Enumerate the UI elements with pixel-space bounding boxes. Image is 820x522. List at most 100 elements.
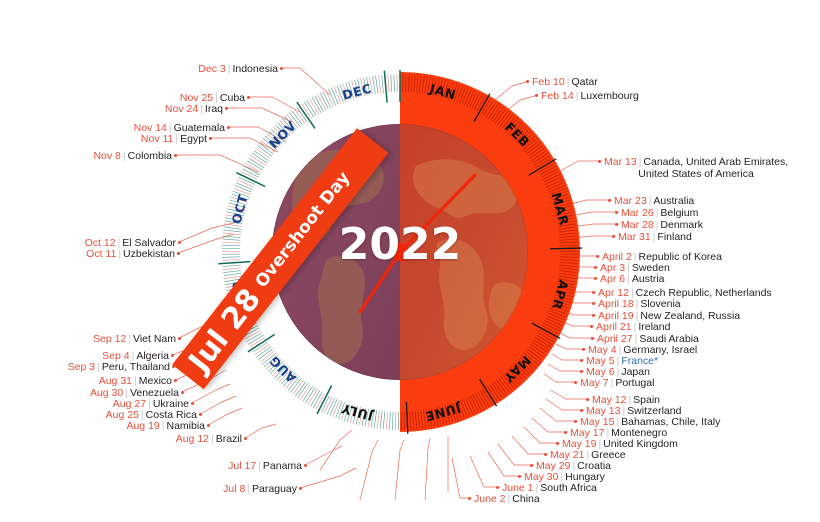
label-country: Australia bbox=[653, 195, 695, 207]
dial-tick bbox=[325, 90, 334, 107]
label-separator: | bbox=[128, 333, 131, 345]
label-country: China bbox=[512, 493, 540, 505]
label-dot bbox=[580, 359, 583, 362]
country-label: Nov 8 | Colombia bbox=[93, 150, 172, 162]
label-dot bbox=[594, 266, 597, 269]
country-label: Nov 11 | Egypt bbox=[141, 133, 207, 145]
dial-tick bbox=[381, 74, 384, 93]
label-dot bbox=[207, 424, 210, 427]
label-dot bbox=[177, 252, 180, 255]
dial-tick bbox=[324, 396, 333, 414]
country-label: Aug 19 | Namibia bbox=[126, 420, 205, 432]
label-country: Colombia bbox=[127, 150, 172, 162]
dial-tick bbox=[379, 410, 383, 429]
label-dot bbox=[171, 354, 174, 357]
country-label: Aug 12 | Brazil bbox=[176, 433, 242, 445]
dial-tick bbox=[222, 267, 241, 270]
label-separator: | bbox=[627, 273, 630, 285]
label-dot bbox=[582, 348, 585, 351]
label-date: Sep 3 bbox=[67, 361, 96, 373]
label-date: Sep 12 bbox=[92, 333, 127, 345]
label-separator: | bbox=[97, 361, 100, 373]
label-country: Panama bbox=[262, 460, 302, 472]
dial-tick bbox=[388, 411, 391, 430]
label-date: Aug 12 bbox=[175, 433, 209, 445]
label-date: Feb 10 bbox=[532, 76, 565, 88]
label-country: Uzbekistan bbox=[123, 248, 175, 260]
label-separator: | bbox=[258, 460, 261, 472]
label-separator: | bbox=[200, 103, 203, 115]
label-dot bbox=[199, 413, 202, 416]
label-dot bbox=[608, 199, 611, 202]
label-date: Aug 31 bbox=[98, 375, 132, 387]
label-dot bbox=[615, 223, 618, 226]
label-dot bbox=[580, 409, 583, 412]
label-dot bbox=[247, 96, 250, 99]
country-label: Oct 11 | Uzbekistan bbox=[86, 248, 175, 260]
label-country: Brazil bbox=[215, 433, 242, 445]
label-country: Denmark bbox=[660, 219, 704, 231]
label-dot bbox=[598, 160, 601, 163]
label-country: Qatar bbox=[571, 76, 598, 88]
country-label: Aug 31 | Mexico bbox=[99, 375, 172, 387]
label-dot bbox=[556, 442, 559, 445]
country-label: April 21 | Ireland bbox=[596, 321, 670, 333]
label-country: South Africa bbox=[540, 482, 597, 494]
label-dot bbox=[530, 464, 533, 467]
label-country: Paraguay bbox=[252, 483, 297, 495]
label-dot bbox=[178, 337, 181, 340]
dial-tick bbox=[222, 235, 241, 238]
dial-tick bbox=[331, 87, 339, 105]
label-date: April 18 bbox=[598, 298, 634, 310]
label-country: Ireland bbox=[638, 321, 671, 333]
country-label: Feb 14 | Luxembourg bbox=[541, 90, 639, 102]
label-dot bbox=[590, 325, 593, 328]
country-label: April 18 | Slovenia bbox=[598, 298, 681, 310]
dial-tick bbox=[222, 232, 241, 236]
label-dot bbox=[526, 80, 529, 83]
label-country: Austria bbox=[631, 273, 665, 285]
label-country-line2: United States of America bbox=[638, 168, 754, 180]
label-dot bbox=[191, 402, 194, 405]
label-dot bbox=[244, 437, 247, 440]
label-date: Apr 6 bbox=[600, 273, 626, 285]
dial-tick bbox=[222, 241, 241, 244]
country-label: May 7 | Portugal bbox=[580, 377, 654, 389]
dial-tick bbox=[234, 185, 252, 193]
country-label: Mar 23 | Australia bbox=[614, 195, 694, 207]
dial-month-aug: AUG bbox=[266, 353, 299, 386]
label-dot bbox=[280, 67, 283, 70]
label-date: Dec 3 bbox=[198, 63, 226, 75]
label-country: Luxembourg bbox=[580, 90, 639, 102]
label-date: June 2 bbox=[474, 493, 506, 505]
dial-tick bbox=[222, 259, 241, 261]
label-date: April 21 bbox=[596, 321, 632, 333]
dial-tick bbox=[296, 101, 316, 129]
label-country: Belgium bbox=[660, 207, 699, 219]
label-separator: | bbox=[134, 375, 137, 387]
dial-tick bbox=[235, 182, 253, 190]
country-label: Feb 10 | Qatar bbox=[532, 76, 598, 88]
label-dot bbox=[227, 126, 230, 129]
dial-tick bbox=[378, 75, 382, 94]
country-label: Jul 8 | Paraguay bbox=[223, 483, 297, 495]
country-label: Mar 13 | Canada, United Arab Emirates, Unit… bbox=[604, 156, 788, 180]
label-country: Portugal bbox=[615, 377, 655, 389]
label-date: Feb 14 bbox=[541, 90, 574, 102]
label-dot bbox=[612, 235, 615, 238]
dial-tick bbox=[322, 91, 332, 108]
dial-tick bbox=[218, 260, 251, 265]
dial-tick bbox=[326, 397, 335, 415]
label-dot bbox=[592, 302, 595, 305]
country-label: Sep 12 | Viet Nam bbox=[93, 333, 176, 345]
label-dot bbox=[615, 211, 618, 214]
dial-tick bbox=[333, 86, 342, 104]
label-dot bbox=[299, 487, 302, 490]
dial-tick bbox=[223, 270, 242, 273]
label-dot bbox=[209, 137, 212, 140]
label-separator: | bbox=[211, 433, 214, 445]
dial-tick bbox=[329, 398, 338, 416]
country-label: Mar 31 | Finland bbox=[618, 231, 692, 243]
dial-tick bbox=[549, 247, 582, 250]
label-dot bbox=[544, 453, 547, 456]
